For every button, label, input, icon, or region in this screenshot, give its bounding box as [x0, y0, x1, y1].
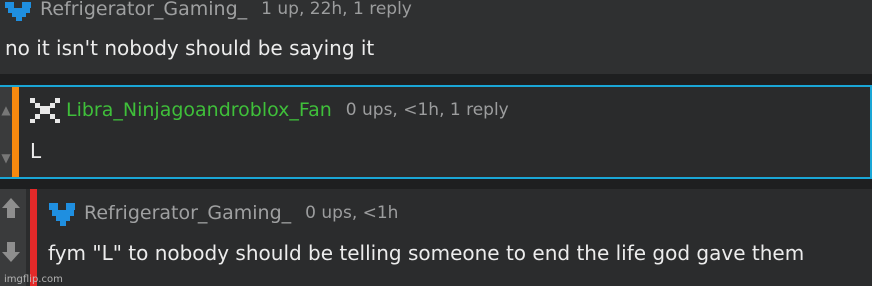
up-arrow-icon[interactable]: ▲ — [0, 95, 12, 125]
thread-indent-line — [30, 189, 37, 286]
thread-indent-line — [12, 87, 19, 177]
down-arrow-icon[interactable]: ▼ — [0, 143, 12, 173]
comment-text: fym "L" to nobody should be telling some… — [48, 241, 805, 265]
comment-text: no it isn't nobody should be saying it — [5, 36, 375, 60]
heart-pixel-avatar-icon[interactable] — [2, 0, 36, 23]
comment-header: Refrigerator_Gaming_ 0 ups, <1h — [46, 199, 398, 227]
username-link[interactable]: Refrigerator_Gaming_ — [40, 0, 247, 20]
comment-text: L — [30, 139, 42, 163]
pixel-skull-avatar-icon[interactable] — [28, 96, 62, 124]
comment-header: Libra_Ninjagoandroblox_Fan 0 ups, <1h, 1… — [28, 97, 509, 123]
comment-header: Refrigerator_Gaming_ 1 up, 22h, 1 reply — [2, 0, 412, 22]
comment: Refrigerator_Gaming_ 1 up, 22h, 1 reply … — [0, 0, 872, 74]
vote-gutter: ▲ ▼ — [0, 87, 12, 177]
down-arrow-icon[interactable] — [0, 237, 22, 267]
comment-reply: Refrigerator_Gaming_ 0 ups, <1h fym "L" … — [0, 189, 872, 286]
username-link[interactable]: Libra_Ninjagoandroblox_Fan — [66, 99, 332, 121]
heart-pixel-avatar-icon[interactable] — [46, 199, 80, 227]
comment-meta: 1 up, 22h, 1 reply — [261, 0, 412, 19]
username-link[interactable]: Refrigerator_Gaming_ — [84, 202, 291, 224]
up-arrow-icon[interactable] — [0, 193, 22, 223]
watermark: imgflip.com — [4, 274, 63, 285]
comment-thread: Refrigerator_Gaming_ 1 up, 22h, 1 reply … — [0, 0, 872, 286]
vote-gutter — [0, 189, 26, 286]
comment-reply: ▲ ▼ Libra_Ninjagoandroblox_Fan 0 ups, <1… — [0, 85, 872, 179]
comment-meta: 0 ups, <1h — [305, 203, 399, 223]
comment-meta: 0 ups, <1h, 1 reply — [345, 100, 509, 120]
